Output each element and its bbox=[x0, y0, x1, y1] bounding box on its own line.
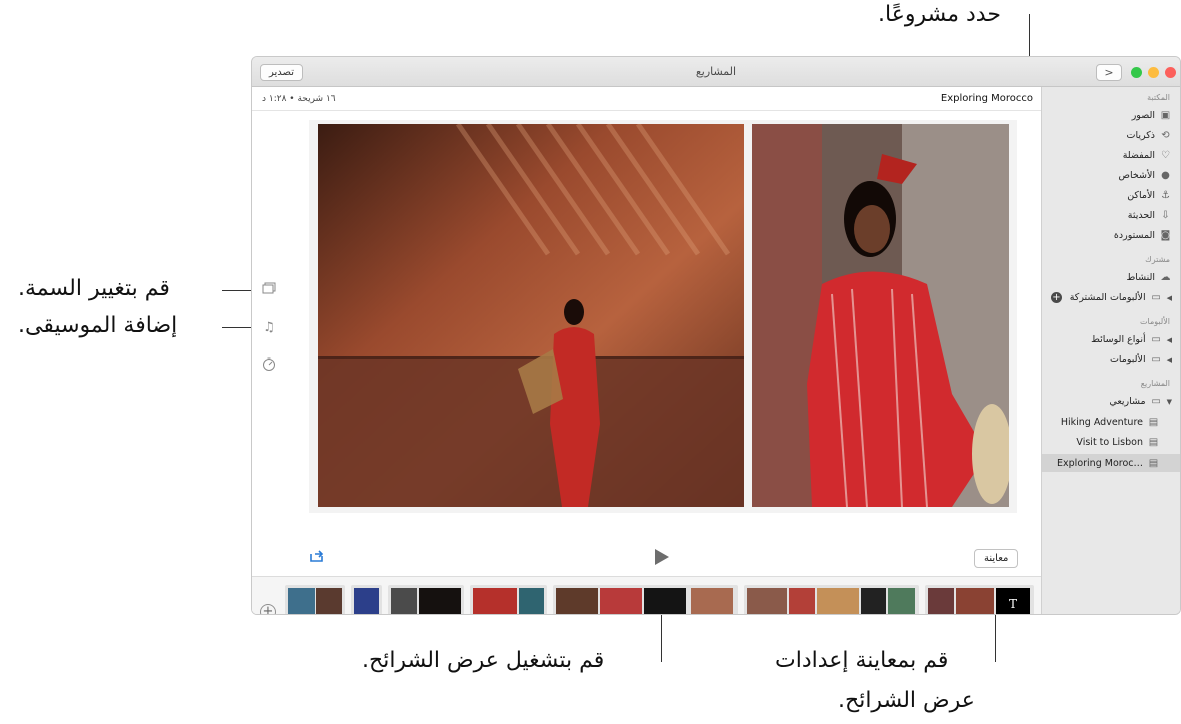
sidebar-section-shared: مشترك bbox=[1145, 255, 1170, 264]
sidebar-section-library: المكتبة bbox=[1147, 93, 1170, 102]
callout-select-project: حدد مشروعًا. bbox=[878, 2, 1001, 27]
slide-thumbnail[interactable] bbox=[600, 588, 642, 614]
slide-thumbnail[interactable] bbox=[928, 588, 954, 614]
person-icon: ● bbox=[1161, 169, 1170, 181]
sidebar-item-albums[interactable]: ◀ ▭ الألبومات bbox=[1110, 351, 1172, 368]
sidebar-item-photos[interactable]: ▣ الصور bbox=[1132, 107, 1172, 124]
add-shared-album-icon[interactable]: + bbox=[1051, 292, 1062, 303]
project-name: Exploring Morocco bbox=[940, 93, 1033, 104]
add-slide-button[interactable]: + bbox=[260, 604, 276, 614]
folder-icon: ▭ bbox=[1151, 333, 1161, 345]
callout-preview-settings-line1: قم بمعاينة إعدادات bbox=[775, 648, 949, 673]
pin-icon: ⚓ bbox=[1161, 189, 1170, 201]
heart-icon: ♡ bbox=[1161, 149, 1170, 161]
slideshow-icon: ▤ bbox=[1148, 416, 1159, 428]
folder-icon: ▭ bbox=[1151, 353, 1161, 365]
callout-add-music: إضافة الموسيقى. bbox=[18, 313, 178, 338]
sidebar-item-people[interactable]: ● الأشخاص bbox=[1118, 167, 1172, 184]
close-button[interactable] bbox=[1165, 67, 1176, 78]
back-button[interactable]: > bbox=[1096, 64, 1122, 81]
slide-thumbnail[interactable] bbox=[316, 588, 342, 614]
slide-group[interactable]: ٤ bbox=[470, 585, 547, 614]
slide-thumbnail[interactable] bbox=[817, 588, 859, 614]
project-info-bar: ١٦ شريحة • ١:٢٨ د Exploring Morocco bbox=[252, 87, 1041, 111]
sidebar-item-imports[interactable]: ◙ المستوردة bbox=[1114, 227, 1172, 244]
zoom-button[interactable] bbox=[1131, 67, 1142, 78]
project-meta: ١٦ شريحة • ١:٢٨ د bbox=[262, 94, 336, 104]
slide-thumbnail[interactable] bbox=[747, 588, 787, 614]
title-bar: تصدير المشاريع > bbox=[252, 57, 1180, 87]
theme-icon[interactable] bbox=[260, 282, 278, 300]
slideshow-icon: ▤ bbox=[1148, 457, 1159, 469]
slide-thumbnail[interactable] bbox=[691, 588, 733, 614]
music-icon[interactable]: ♫ bbox=[260, 319, 278, 337]
window-title: المشاريع bbox=[695, 65, 737, 78]
sidebar-item-my-projects[interactable]: ▼ ▭ مشاريعي bbox=[1109, 393, 1172, 410]
sidebar-item-project-selected[interactable]: ▤ Exploring Moroc… bbox=[1057, 455, 1160, 472]
sidebar-item-media-types[interactable]: ◀ ▭ أنواع الوسائط bbox=[1091, 331, 1172, 348]
preview-button[interactable]: معاينة bbox=[974, 549, 1019, 568]
slide-preview bbox=[309, 120, 1017, 513]
callout-change-theme: قم بتغيير السمة. bbox=[18, 276, 170, 301]
slide-group[interactable]: T ١ bbox=[925, 585, 1034, 614]
slide-timeline: + ٧ ٦ ٥ ٤ bbox=[252, 576, 1041, 614]
play-button[interactable] bbox=[655, 549, 669, 565]
disclosure-triangle-icon[interactable]: ▼ bbox=[1167, 398, 1172, 406]
slide-group[interactable]: ٢ bbox=[744, 585, 919, 614]
folder-icon: ▭ bbox=[1151, 395, 1161, 407]
sidebar-section-albums: الألبومات bbox=[1139, 317, 1170, 326]
slide-thumbnail[interactable] bbox=[391, 588, 417, 614]
slide-thumbnail[interactable] bbox=[789, 588, 815, 614]
disclosure-triangle-icon[interactable]: ◀ bbox=[1167, 294, 1172, 302]
sidebar: المكتبة ▣ الصور ⟲ ذكريات ♡ المفضلة ● الأشخاص… bbox=[1041, 87, 1180, 614]
slide-thumbnail[interactable] bbox=[556, 588, 598, 614]
minimize-button[interactable] bbox=[1148, 67, 1159, 78]
slide-thumbnail[interactable] bbox=[288, 588, 315, 614]
sidebar-item-activity[interactable]: ☁ النشاط bbox=[1126, 269, 1172, 286]
title-slide-thumbnail[interactable]: T bbox=[996, 588, 1030, 614]
slide-thumbnail[interactable] bbox=[888, 588, 915, 614]
sidebar-item-recent[interactable]: ⇩ الحديثة bbox=[1128, 207, 1172, 224]
duration-icon[interactable] bbox=[260, 357, 278, 375]
photos-icon: ▣ bbox=[1160, 109, 1171, 121]
slide-group[interactable]: ٧ bbox=[285, 585, 345, 614]
sidebar-item-memories[interactable]: ⟲ ذكريات bbox=[1127, 127, 1172, 144]
slide-thumbnail[interactable] bbox=[644, 588, 686, 614]
slide-thumbnail[interactable] bbox=[519, 588, 544, 614]
sidebar-item-places[interactable]: ⚓ الأماكن bbox=[1127, 187, 1172, 204]
sidebar-item-favorites[interactable]: ♡ المفضلة bbox=[1123, 147, 1172, 164]
memories-icon: ⟲ bbox=[1161, 129, 1170, 141]
slide-group[interactable]: ٣ bbox=[553, 585, 738, 614]
slide-thumbnail[interactable] bbox=[956, 588, 994, 614]
recent-icon: ⇩ bbox=[1161, 209, 1170, 221]
folder-icon: ▭ bbox=[1151, 291, 1161, 303]
slide-thumbnail[interactable] bbox=[861, 588, 886, 614]
photos-window: تصدير المشاريع > ١٦ شريحة • ١:٢٨ د Explo… bbox=[251, 56, 1181, 615]
callout-preview-settings-line2: عرض الشرائح. bbox=[838, 688, 975, 713]
disclosure-triangle-icon[interactable]: ◀ bbox=[1167, 356, 1172, 364]
callout-play-slideshow: قم بتشغيل عرض الشرائح. bbox=[362, 648, 605, 673]
slide-photo-left bbox=[318, 124, 744, 507]
sidebar-item-shared-albums[interactable]: ◀ ▭ الألبومات المشتركة bbox=[1070, 289, 1172, 306]
slide-thumbnail[interactable] bbox=[354, 588, 379, 614]
loop-icon[interactable] bbox=[309, 549, 325, 563]
sidebar-item-project[interactable]: ▤ Visit to Lisbon bbox=[1076, 434, 1160, 451]
slide-thumbnail[interactable] bbox=[473, 588, 517, 614]
slideshow-icon: ▤ bbox=[1148, 436, 1159, 448]
sidebar-section-projects: المشاريع bbox=[1140, 379, 1170, 388]
slide-photo-right bbox=[752, 124, 1009, 507]
slide-thumbnail[interactable] bbox=[419, 588, 461, 614]
disclosure-triangle-icon[interactable]: ◀ bbox=[1167, 336, 1172, 344]
slide-group[interactable]: ٦ bbox=[351, 585, 382, 614]
slide-group[interactable]: ٥ bbox=[388, 585, 464, 614]
import-icon: ◙ bbox=[1160, 229, 1171, 241]
cloud-icon: ☁ bbox=[1160, 271, 1171, 283]
sidebar-item-project[interactable]: ▤ Hiking Adventure bbox=[1061, 414, 1160, 431]
project-editor: ١٦ شريحة • ١:٢٨ د Exploring Morocco ♫ مع… bbox=[252, 87, 1041, 614]
